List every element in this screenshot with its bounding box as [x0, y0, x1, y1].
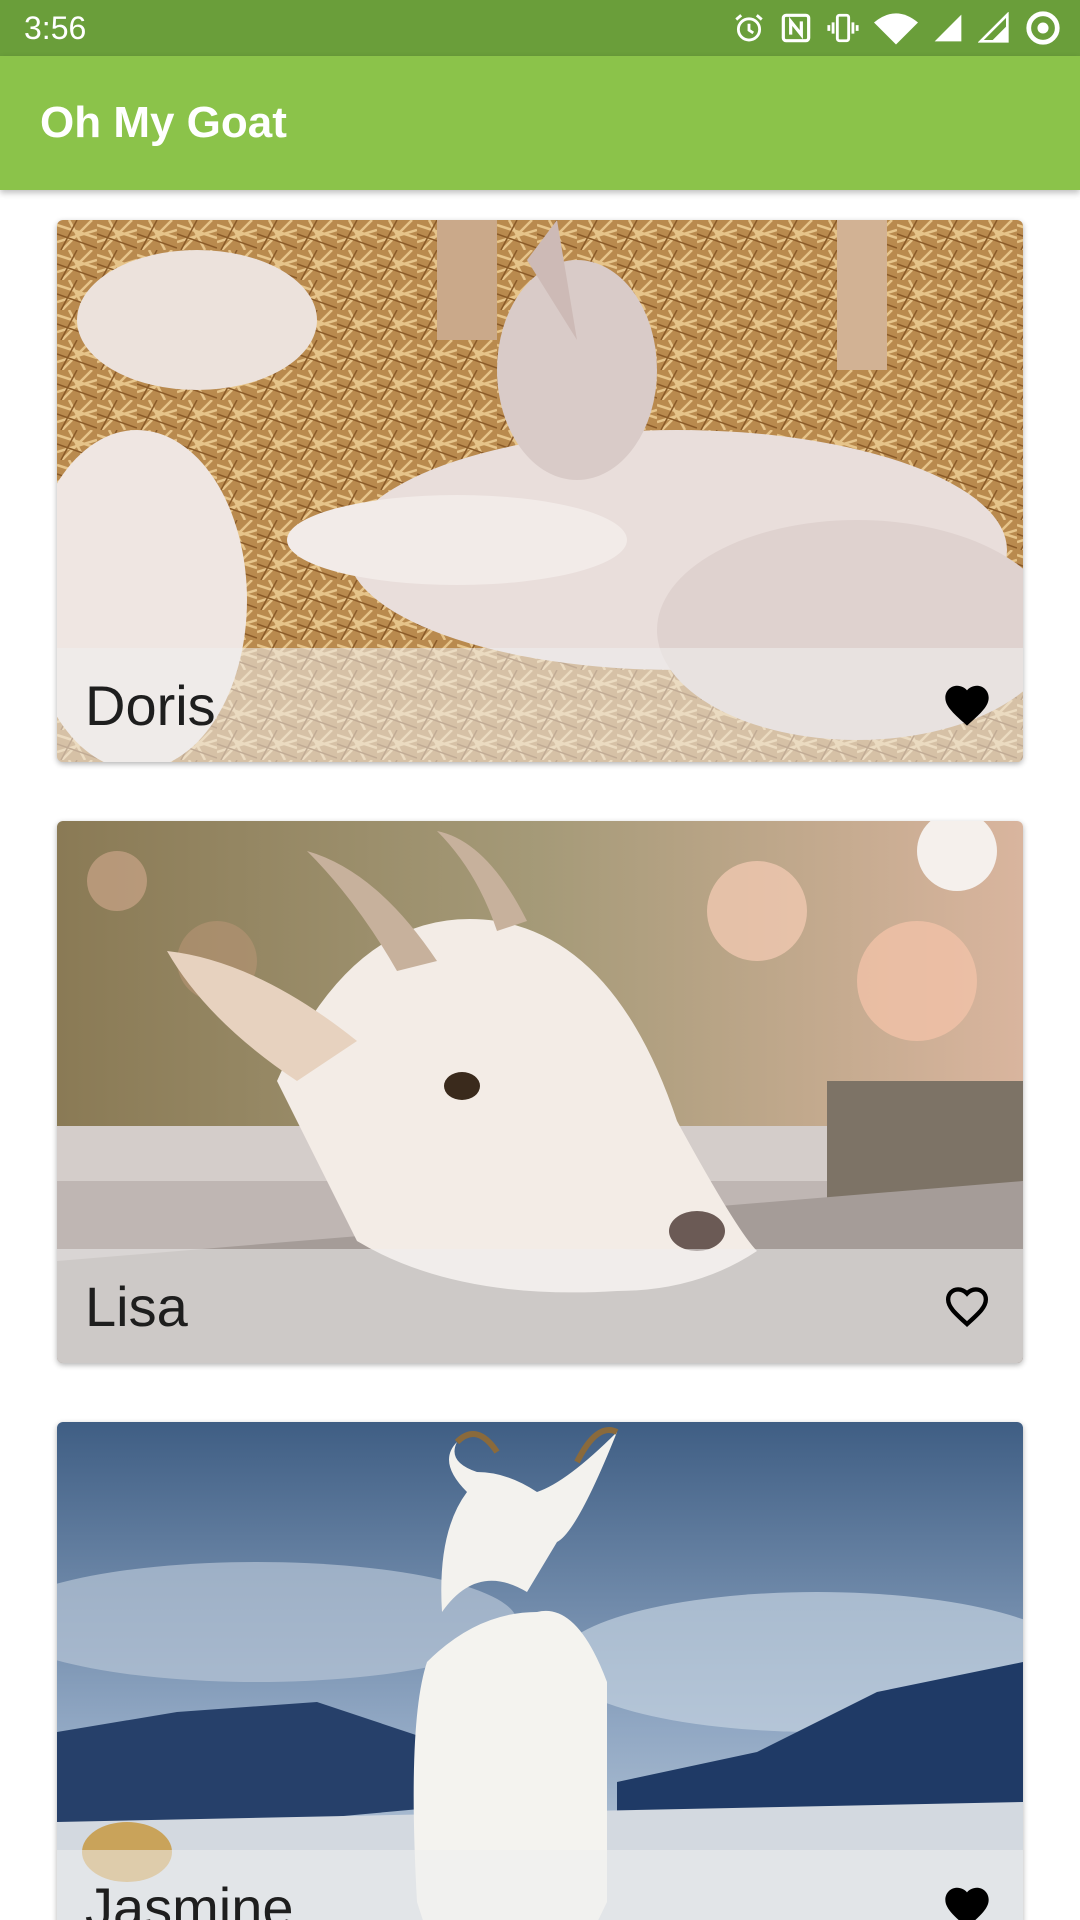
app-title: Oh My Goat — [40, 98, 287, 147]
heart-outline-icon — [945, 1287, 989, 1327]
card-footer: Jasmine — [57, 1850, 1023, 1920]
goat-card[interactable]: Lisa — [57, 821, 1023, 1363]
goat-card[interactable]: Doris — [57, 220, 1023, 762]
favorite-button[interactable] — [941, 678, 993, 730]
circle-icon — [1024, 9, 1062, 47]
nfc-icon — [780, 12, 812, 44]
signal-icon-2 — [978, 12, 1010, 44]
goat-name: Jasmine — [85, 1876, 294, 1920]
signal-icon — [932, 12, 964, 44]
status-icons — [732, 10, 1062, 46]
app-bar: Oh My Goat — [0, 56, 1080, 190]
goat-card[interactable]: Jasmine — [57, 1422, 1023, 1920]
heart-filled-icon — [945, 1887, 989, 1920]
favorite-button[interactable] — [941, 1880, 993, 1920]
card-footer: Lisa — [57, 1249, 1023, 1363]
favorite-button[interactable] — [941, 1279, 993, 1331]
alarm-icon — [732, 11, 766, 45]
goat-list[interactable]: Doris Lisa Jasmine — [0, 190, 1080, 1920]
status-time: 3:56 — [24, 10, 87, 46]
vibrate-icon — [826, 11, 860, 45]
goat-name: Lisa — [85, 1275, 188, 1338]
heart-filled-icon — [945, 685, 989, 726]
wifi-icon — [874, 11, 918, 45]
goat-name: Doris — [85, 674, 216, 737]
status-bar: 3:56 — [0, 0, 1080, 56]
card-footer: Doris — [57, 648, 1023, 762]
goat-photo — [57, 1422, 1023, 1920]
